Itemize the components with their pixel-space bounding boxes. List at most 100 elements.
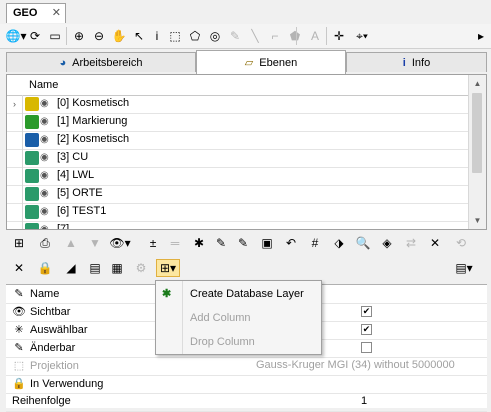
column-header-name[interactable]: Name [29, 79, 58, 91]
draw-point-icon[interactable]: ✎ [226, 27, 244, 45]
layer-properties-icon[interactable]: ⊞ [10, 234, 28, 252]
highlight-layer-icon[interactable]: ◈ [378, 234, 396, 252]
tab-arbeitsbereich[interactable]: ◕ Arbeitsbereich [6, 52, 196, 72]
property-row[interactable]: ⬚ Projektion Gauss-Kruger MGI (34) without… [6, 357, 487, 376]
snap-icon[interactable]: ✛ [330, 27, 348, 45]
menu-item-label: Drop Column [190, 336, 255, 348]
eye-icon[interactable]: ◉ [40, 99, 49, 109]
checkbox[interactable]: ✔ [361, 306, 372, 317]
tab-ebenen[interactable]: ▱ Ebenen [196, 50, 346, 74]
settings-layer-icon[interactable]: ⚙ [132, 259, 150, 277]
eye-icon[interactable]: ◉ [40, 153, 49, 163]
select-rectangle-icon[interactable]: ⬚ [166, 27, 184, 45]
property-row[interactable]: 🔒 In Verwendung [6, 375, 487, 394]
eye-icon[interactable]: ◉ [40, 189, 49, 199]
zoom-in-icon[interactable]: ⊕ [70, 27, 88, 45]
property-label-text: Auswählbar [30, 324, 88, 336]
table-layer-icon[interactable]: ▤ [86, 259, 104, 277]
menu-item-add-column[interactable]: Add Column [156, 306, 319, 330]
select-circle-icon[interactable]: ◎ [206, 27, 224, 45]
reload-layer-icon[interactable]: ⟲ [452, 234, 470, 252]
tab-info[interactable]: i Info [346, 52, 487, 72]
eye-icon[interactable]: ◉ [40, 225, 49, 230]
grid-layer-icon[interactable]: ▦ [108, 259, 126, 277]
print-icon[interactable]: ⎙ [36, 234, 54, 252]
tag-icon[interactable]: ⬗ [330, 234, 348, 252]
more-icon[interactable]: ▸ [472, 27, 490, 45]
draw-text-icon[interactable]: A [306, 27, 324, 45]
undo-layer-icon[interactable]: ↶ [282, 234, 300, 252]
menu-item-create-database-layer[interactable]: ✱ Create Database Layer [156, 282, 319, 306]
theme-layer-icon[interactable]: ◢ [62, 259, 80, 277]
new-layer-icon[interactable]: ✱ [190, 234, 208, 252]
database-layer-dropdown-icon[interactable]: ⊞▾ [156, 259, 180, 277]
label-layer-icon[interactable]: ▣ [258, 234, 276, 252]
tab-label: Arbeitsbereich [72, 56, 143, 69]
property-label: ✎ Name [12, 287, 59, 300]
move-up-icon[interactable]: ▲ [62, 234, 80, 252]
layer-row[interactable]: ◉ [3] CU [7, 149, 469, 168]
window-icon[interactable]: ▭ [46, 27, 64, 45]
view-options-dropdown-icon[interactable]: ▤▾ [452, 259, 476, 277]
visibility-dropdown-icon[interactable]: 👁▾ [108, 234, 132, 252]
close-tab-icon[interactable]: ✕ [52, 4, 61, 23]
layer-row[interactable]: ◉ [1] Markierung [7, 113, 469, 132]
draw-polygon-icon[interactable]: ⬟ [286, 27, 304, 45]
layer-row[interactable]: ◉ [6] TEST1 [7, 203, 469, 222]
select-polygon-icon[interactable]: ⬠ [186, 27, 204, 45]
lock-layer-icon[interactable]: 🔒 [36, 259, 54, 277]
delete-layer-icon[interactable]: ✕ [426, 234, 444, 252]
refresh-icon[interactable]: ⟳ [26, 27, 44, 45]
menu-item-drop-column[interactable]: Drop Column [156, 330, 319, 354]
property-value[interactable]: 1 [361, 395, 367, 407]
row-selector[interactable] [7, 185, 23, 203]
edit-dropdown-icon[interactable]: ⌖▾ [350, 27, 374, 45]
layers-icon: ▱ [244, 57, 254, 69]
property-row[interactable]: Reihenfolge 1 [6, 393, 487, 412]
checkbox[interactable]: ✔ [361, 324, 372, 335]
row-selector[interactable] [7, 221, 23, 229]
property-value[interactable]: Gauss-Kruger MGI (34) without 5000000 [256, 359, 455, 371]
clear-layer-icon[interactable]: ✕ [10, 259, 28, 277]
row-selector[interactable] [7, 167, 23, 185]
hash-icon[interactable]: # [306, 234, 324, 252]
row-selector[interactable] [7, 203, 23, 221]
eye-icon[interactable]: ◉ [40, 171, 49, 181]
pan-hand-icon[interactable]: ✋ [110, 27, 128, 45]
eye-icon[interactable]: ◉ [40, 207, 49, 217]
layer-row[interactable]: ◉ [2] Kosmetisch [7, 131, 469, 150]
scroll-up-icon[interactable]: ▲ [469, 75, 486, 92]
row-selector[interactable] [7, 131, 23, 149]
move-down-icon[interactable]: ▼ [86, 234, 104, 252]
info-icon[interactable]: i [148, 27, 166, 45]
draw-polyline-icon[interactable]: ⌐ [266, 27, 284, 45]
style-layer-icon[interactable]: ✎ [212, 234, 230, 252]
row-selector[interactable] [7, 149, 23, 167]
scroll-thumb[interactable] [472, 93, 482, 173]
document-tab[interactable]: GEO ✕ [6, 3, 66, 23]
select-arrow-icon[interactable]: ↖ [130, 27, 148, 45]
row-selector[interactable] [7, 113, 23, 131]
database-layer-icon [25, 151, 39, 165]
layer-row[interactable]: ◉ [5] ORTE [7, 185, 469, 204]
layer-row[interactable]: ◉ [4] LWL [7, 167, 469, 186]
eye-icon[interactable]: ◉ [40, 117, 49, 127]
layer-row[interactable]: ◉ [7] ... [7, 221, 469, 230]
remove-layer-icon[interactable]: ═ [166, 234, 184, 252]
vertical-scrollbar[interactable]: ▲ ▼ [468, 75, 486, 229]
zoom-out-icon[interactable]: ⊖ [90, 27, 108, 45]
layer-name: [3] CU [57, 151, 89, 163]
eye-icon[interactable]: ◉ [40, 135, 49, 145]
checkbox[interactable] [361, 342, 372, 353]
globe-dropdown-icon[interactable]: 🌐▾ [4, 27, 28, 45]
add-layer-icon[interactable]: ± [144, 234, 162, 252]
layer-toolbar-1: ⊞ ⎙ ▲ ▼ 👁▾ ± ═ ✱ ✎ ✎ ▣ ↶ # ⬗ 🔍 ◈ ⇄ ✕ ⟲ [0, 231, 491, 255]
search-layer-icon[interactable]: 🔍 [354, 234, 372, 252]
draw-line-icon[interactable]: ╲ [246, 27, 264, 45]
scroll-down-icon[interactable]: ▼ [469, 212, 486, 229]
panel-tabs: ◕ Arbeitsbereich ▱ Ebenen i Info [0, 50, 491, 74]
sync-layer-icon[interactable]: ⇄ [402, 234, 420, 252]
row-selector[interactable]: › [7, 95, 23, 113]
layer-row[interactable]: › ◉ [0] Kosmetisch [7, 95, 469, 114]
edit-layer-icon[interactable]: ✎ [234, 234, 252, 252]
